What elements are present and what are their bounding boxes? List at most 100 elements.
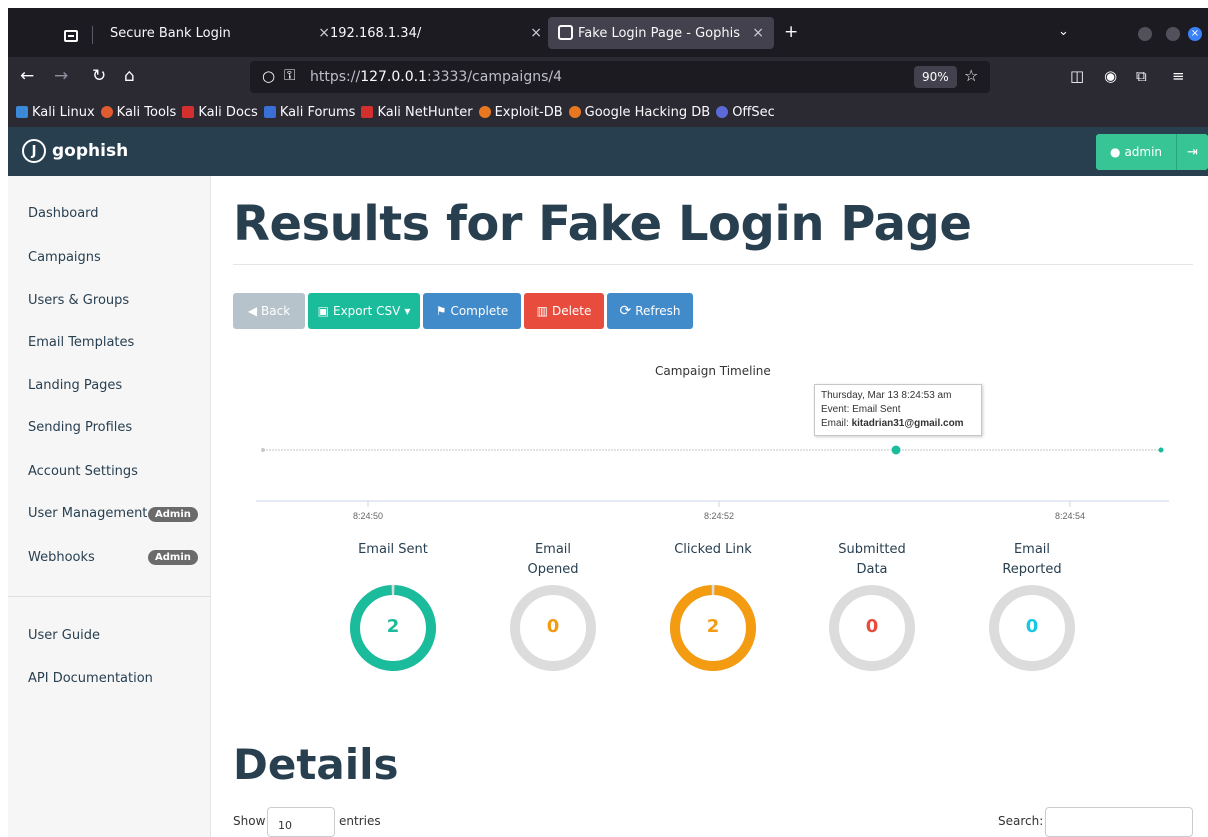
- gophish-favicon-icon: [558, 25, 573, 40]
- stat-label: Email Sent: [358, 542, 428, 557]
- button-label: Complete: [450, 304, 509, 318]
- bookmark-kali-tools[interactable]: Kali Tools: [100, 105, 176, 120]
- user-icon: ●: [1109, 145, 1121, 159]
- arrow-circle-left-icon: ◀: [247, 304, 258, 318]
- export-csv-button[interactable]: ▣ Export CSV ▾: [308, 293, 420, 329]
- reload-icon[interactable]: ↻: [92, 66, 106, 86]
- lock-warning-icon[interactable]: ⚿: [284, 66, 295, 84]
- hamburger-menu-icon[interactable]: ≡: [1172, 66, 1185, 86]
- chevron-down-icon[interactable]: ⌄: [1058, 22, 1069, 42]
- stat-label: Submitted Data: [838, 542, 906, 577]
- file-excel-icon: ▣: [317, 304, 329, 318]
- tab-label: Secure Bank Login: [110, 25, 231, 41]
- shield-icon[interactable]: ○: [262, 67, 275, 85]
- close-icon[interactable]: ×: [318, 25, 330, 41]
- refresh-button[interactable]: ⟳ Refresh: [607, 293, 693, 329]
- tab-list-icon[interactable]: [64, 30, 78, 42]
- sidebar-item-email-templates[interactable]: Email Templates: [28, 335, 134, 350]
- details-title: Details: [233, 740, 399, 789]
- main-content: Results for Fake Login Page ◀ Back ▣ Exp…: [211, 176, 1208, 837]
- delete-button[interactable]: ▥ Delete: [524, 293, 604, 329]
- minimize-icon[interactable]: [1138, 27, 1152, 41]
- logo-text: gophish: [52, 141, 129, 161]
- pocket-icon[interactable]: ◫: [1070, 66, 1084, 86]
- bookmark-label: Kali Docs: [198, 104, 258, 120]
- ghdb-icon: [568, 106, 581, 118]
- tab-secure-bank-login[interactable]: Secure Bank Login ×: [110, 17, 340, 49]
- search-input[interactable]: [1045, 807, 1193, 837]
- gophish-logo[interactable]: J gophish: [22, 139, 128, 163]
- maximize-icon[interactable]: [1166, 27, 1180, 41]
- tick-label: 8:24:54: [1055, 511, 1085, 521]
- stat-value: 0: [546, 616, 560, 637]
- sidebar-item-user-guide[interactable]: User Guide: [28, 628, 100, 643]
- gophish-navbar: J gophish ● admin ⇥: [8, 127, 1208, 176]
- extensions-icon[interactable]: ⧉: [1136, 66, 1147, 86]
- url-prefix: https://: [310, 69, 361, 85]
- close-icon[interactable]: ×: [752, 25, 764, 41]
- flag-checkered-icon: ⚑: [435, 304, 447, 318]
- bookmark-exploit-db[interactable]: Exploit-DB: [478, 104, 563, 120]
- url-text[interactable]: https://127.0.0.1:3333/campaigns/4: [310, 69, 562, 85]
- bookmark-kali-nethunter[interactable]: Kali NetHunter: [361, 105, 473, 120]
- sidebar-item-sending-profiles[interactable]: Sending Profiles: [28, 420, 132, 435]
- tab-label: 192.168.1.34/: [330, 25, 422, 41]
- sidebar-item-api-documentation[interactable]: API Documentation: [28, 671, 153, 686]
- zoom-level[interactable]: 90%: [914, 66, 957, 88]
- kali-tools-icon: [100, 106, 113, 118]
- bookmark-label: OffSec: [732, 104, 775, 120]
- stat-value: 2: [706, 616, 720, 637]
- bookmark-offsec[interactable]: OffSec: [716, 105, 775, 120]
- tick-label: 8:24:50: [353, 511, 383, 521]
- home-icon[interactable]: ⌂: [124, 66, 135, 86]
- new-tab-icon[interactable]: +: [784, 22, 798, 42]
- browser-nav-bar: ← → ↻ ⌂ ○ ⚿ https://127.0.0.1:3333/campa…: [8, 57, 1208, 97]
- tooltip-email-value: kitadrian31@gmail.com: [851, 418, 964, 429]
- window-close-icon[interactable]: ×: [1188, 27, 1202, 41]
- tab-ip-address[interactable]: 192.168.1.34/ ×: [330, 17, 552, 49]
- bookmark-google-hacking-db[interactable]: Google Hacking DB: [568, 104, 711, 120]
- entries-label: entries: [339, 814, 381, 828]
- tab-label: Fake Login Page - Gophis: [578, 25, 740, 41]
- stat-value: 0: [1025, 616, 1039, 637]
- bookmark-label: Kali Forums: [279, 104, 356, 120]
- trash-icon: ▥: [536, 304, 548, 318]
- timeline-tooltip: Thursday, Mar 13 8:24:53 am Event: Email…: [814, 384, 982, 436]
- back-button[interactable]: ◀ Back: [233, 293, 305, 329]
- forward-arrow-icon[interactable]: →: [54, 66, 68, 86]
- sidebar-item-webhooks[interactable]: Webhooks: [28, 550, 95, 565]
- tooltip-date: Thursday, Mar 13 8:24:53 am: [821, 390, 952, 401]
- sidebar-item-dashboard[interactable]: Dashboard: [28, 206, 99, 221]
- button-label: Refresh: [635, 304, 681, 318]
- bookmark-kali-forums[interactable]: Kali Forums: [263, 104, 356, 120]
- sidebar-item-landing-pages[interactable]: Landing Pages: [28, 378, 122, 393]
- back-arrow-icon[interactable]: ←: [20, 66, 34, 86]
- sidebar-item-user-management[interactable]: User Management: [28, 506, 147, 521]
- sidebar-item-users-groups[interactable]: Users & Groups: [28, 293, 129, 308]
- title-divider: [233, 264, 1193, 265]
- logout-button[interactable]: ⇥: [1176, 134, 1208, 170]
- account-icon[interactable]: ◉: [1104, 66, 1117, 86]
- bookmarks-toolbar: Kali Linux Kali Tools Kali Docs Kali For…: [8, 97, 1208, 127]
- bookmark-kali-docs[interactable]: Kali Docs: [182, 105, 258, 120]
- sidebar-item-account-settings[interactable]: Account Settings: [28, 464, 138, 479]
- timeline-event-email-sent[interactable]: [890, 444, 902, 456]
- complete-button[interactable]: ⚑ Complete: [423, 293, 521, 329]
- bookmark-label: Exploit-DB: [494, 104, 563, 120]
- stat-value: 2: [386, 616, 400, 637]
- sidebar-item-campaigns[interactable]: Campaigns: [28, 250, 101, 265]
- stat-label: Email Opened: [527, 542, 579, 577]
- tab-fake-login-page[interactable]: Fake Login Page - Gophis ×: [548, 17, 774, 49]
- close-icon[interactable]: ×: [530, 25, 542, 41]
- timeline-marker: [261, 448, 265, 452]
- sign-out-icon: ⇥: [1187, 144, 1198, 160]
- tooltip-event: Event: Email Sent: [821, 404, 901, 415]
- timeline-event-email-sent[interactable]: [1158, 447, 1164, 453]
- bookmark-label: Google Hacking DB: [584, 104, 711, 120]
- user-menu-button[interactable]: ● admin: [1096, 134, 1176, 170]
- bookmark-kali-linux[interactable]: Kali Linux: [16, 105, 95, 120]
- address-bar[interactable]: ○ ⚿ https://127.0.0.1:3333/campaigns/4 9…: [250, 61, 990, 93]
- entries-per-page-select[interactable]: 10: [267, 807, 335, 837]
- kali-docs-icon: [182, 106, 195, 118]
- star-icon[interactable]: ☆: [964, 66, 978, 85]
